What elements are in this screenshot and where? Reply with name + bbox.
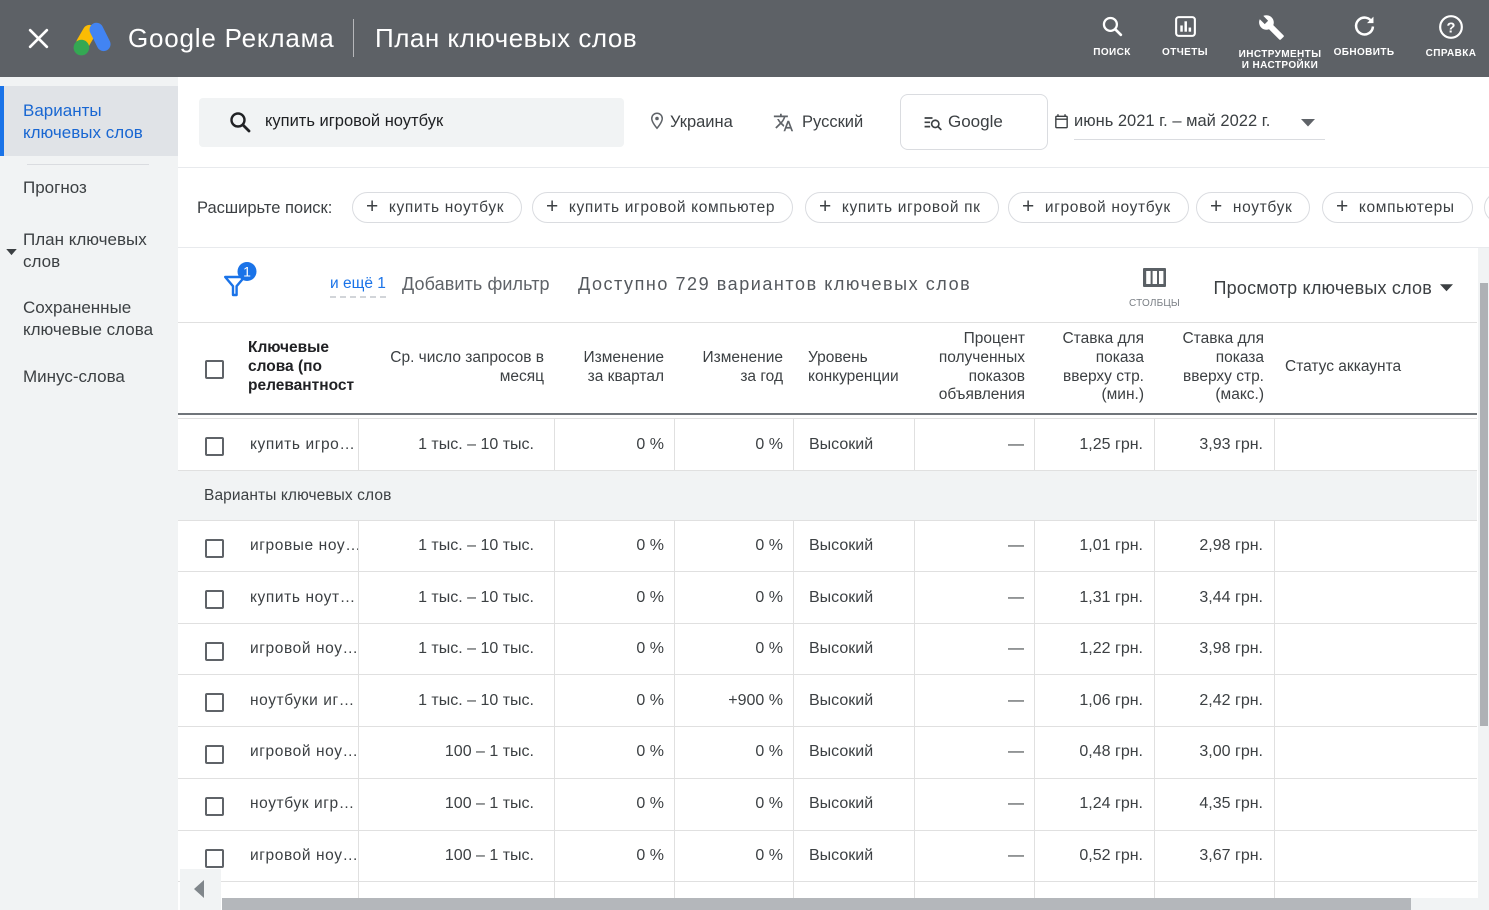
svg-text:?: ?	[1447, 20, 1456, 36]
svg-text:1: 1	[243, 264, 251, 280]
